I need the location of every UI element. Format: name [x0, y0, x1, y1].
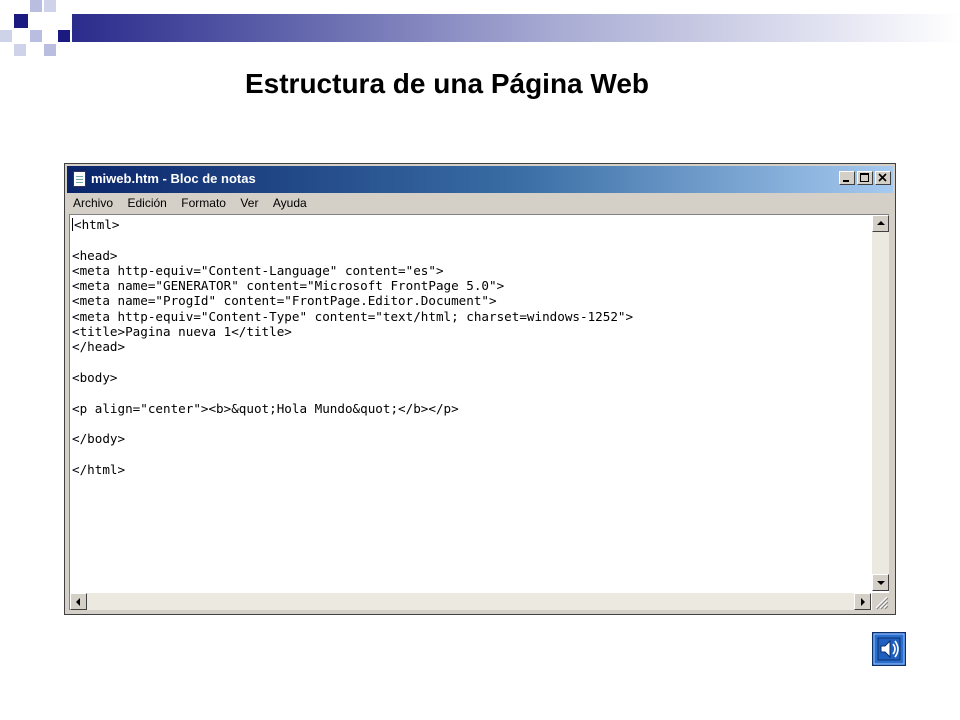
- menu-bar: Archivo Edición Formato Ver Ayuda: [67, 193, 893, 213]
- code-line: <html>: [72, 217, 868, 232]
- close-icon: [878, 173, 887, 182]
- code-line: </head>: [72, 339, 126, 355]
- speaker-icon: [873, 633, 905, 665]
- code-line: <head>: [72, 247, 118, 263]
- code-line: <body>: [72, 369, 118, 385]
- resize-grip-icon: [875, 596, 889, 610]
- scroll-down-button[interactable]: [872, 574, 889, 591]
- menu-edicion[interactable]: Edición: [121, 193, 170, 210]
- menu-archivo[interactable]: Archivo: [67, 193, 117, 210]
- code-line-text: <html>: [74, 217, 120, 232]
- maximize-button[interactable]: [857, 171, 873, 185]
- vertical-scrollbar[interactable]: [872, 215, 889, 591]
- corner-square-light: [0, 30, 12, 42]
- horizontal-scrollbar[interactable]: [70, 593, 871, 610]
- minimize-icon: [843, 180, 849, 182]
- resize-grip[interactable]: [872, 593, 889, 610]
- maximize-icon: [860, 173, 869, 182]
- corner-square-mid: [30, 30, 42, 42]
- arrow-left-icon: [76, 598, 80, 606]
- corner-square-mid: [30, 0, 42, 12]
- notepad-window: miweb.htm - Bloc de notas Archivo Edició…: [64, 163, 896, 615]
- window-title: miweb.htm - Bloc de notas: [91, 171, 256, 186]
- corner-square-mid: [44, 44, 56, 56]
- scroll-left-button[interactable]: [70, 593, 87, 610]
- code-line: <meta http-equiv="Content-Type" content=…: [72, 308, 634, 324]
- code-line: </html>: [72, 461, 126, 477]
- header-gradient-band: [72, 14, 960, 42]
- scroll-right-button[interactable]: [854, 593, 871, 610]
- code-line: <meta name="GENERATOR" content="Microsof…: [72, 278, 505, 294]
- slide: Estructura de una Página Web miweb.htm -…: [0, 0, 960, 720]
- notepad-icon: [73, 171, 86, 187]
- menu-ver[interactable]: Ver: [234, 193, 262, 210]
- window-titlebar[interactable]: miweb.htm - Bloc de notas: [67, 166, 893, 193]
- sound-action-button-icon[interactable]: [872, 632, 906, 666]
- arrow-up-icon: [877, 221, 885, 225]
- arrow-down-icon: [877, 581, 885, 585]
- corner-square-dark: [14, 14, 28, 28]
- text-area[interactable]: <html> <head> <meta http-equiv="Content-…: [72, 217, 868, 589]
- code-line: </body>: [72, 431, 126, 447]
- text-editor[interactable]: <html> <head> <meta http-equiv="Content-…: [69, 214, 889, 610]
- menu-ayuda[interactable]: Ayuda: [267, 193, 311, 210]
- slide-title: Estructura de una Página Web: [244, 68, 650, 99]
- code-line: <title>Pagina nueva 1</title>: [72, 324, 292, 340]
- menu-formato[interactable]: Formato: [175, 193, 230, 210]
- close-button[interactable]: [875, 171, 891, 185]
- corner-square-dark: [58, 30, 70, 42]
- code-line: <p align="center"><b>&quot;Hola Mundo&qu…: [72, 400, 459, 416]
- code-line: <meta name="ProgId" content="FrontPage.E…: [72, 293, 497, 309]
- corner-square-light: [14, 44, 26, 56]
- corner-square-light: [44, 0, 56, 12]
- scroll-up-button[interactable]: [872, 215, 889, 232]
- text-cursor: [72, 218, 73, 231]
- minimize-button[interactable]: [839, 171, 855, 185]
- code-line: <meta http-equiv="Content-Language" cont…: [72, 262, 444, 278]
- arrow-right-icon: [861, 598, 865, 606]
